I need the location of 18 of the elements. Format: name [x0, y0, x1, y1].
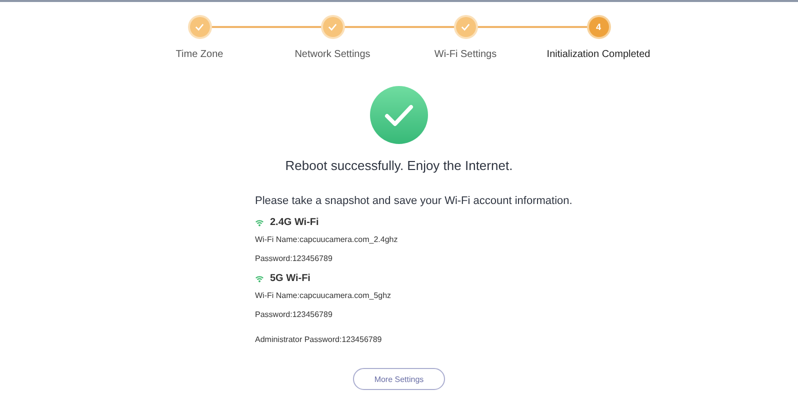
step-indicator: 4	[588, 17, 608, 37]
wifi-band-title: 5G Wi-Fi	[270, 273, 310, 284]
wifi-password: Password:123456789	[255, 310, 334, 319]
success-check-icon	[370, 86, 428, 144]
step-label: Time Zone	[176, 49, 224, 60]
wifi-password: Password:123456789	[255, 254, 334, 263]
step-label: Wi-Fi Settings	[434, 49, 497, 60]
step-label: Network Settings	[294, 49, 370, 60]
more-settings-button[interactable]: More Settings	[353, 368, 445, 390]
success-message: Reboot successfully. Enjoy the Internet.	[285, 158, 513, 173]
wifi-icon	[255, 218, 264, 226]
wifi-icon	[255, 274, 264, 282]
step-label: Initialization Completed	[546, 49, 650, 60]
wifi-name: Wi-Fi Name:capcuucamera.com_5ghz	[255, 291, 392, 300]
wifi-band-title: 2.4G Wi-Fi	[270, 217, 319, 228]
admin-password: Administrator Password:123456789	[255, 335, 383, 344]
wifi-name: Wi-Fi Name:capcuucamera.com_2.4ghz	[255, 235, 399, 244]
instruction-text: Please take a snapshot and save your Wi-Fi account information.	[255, 195, 572, 207]
